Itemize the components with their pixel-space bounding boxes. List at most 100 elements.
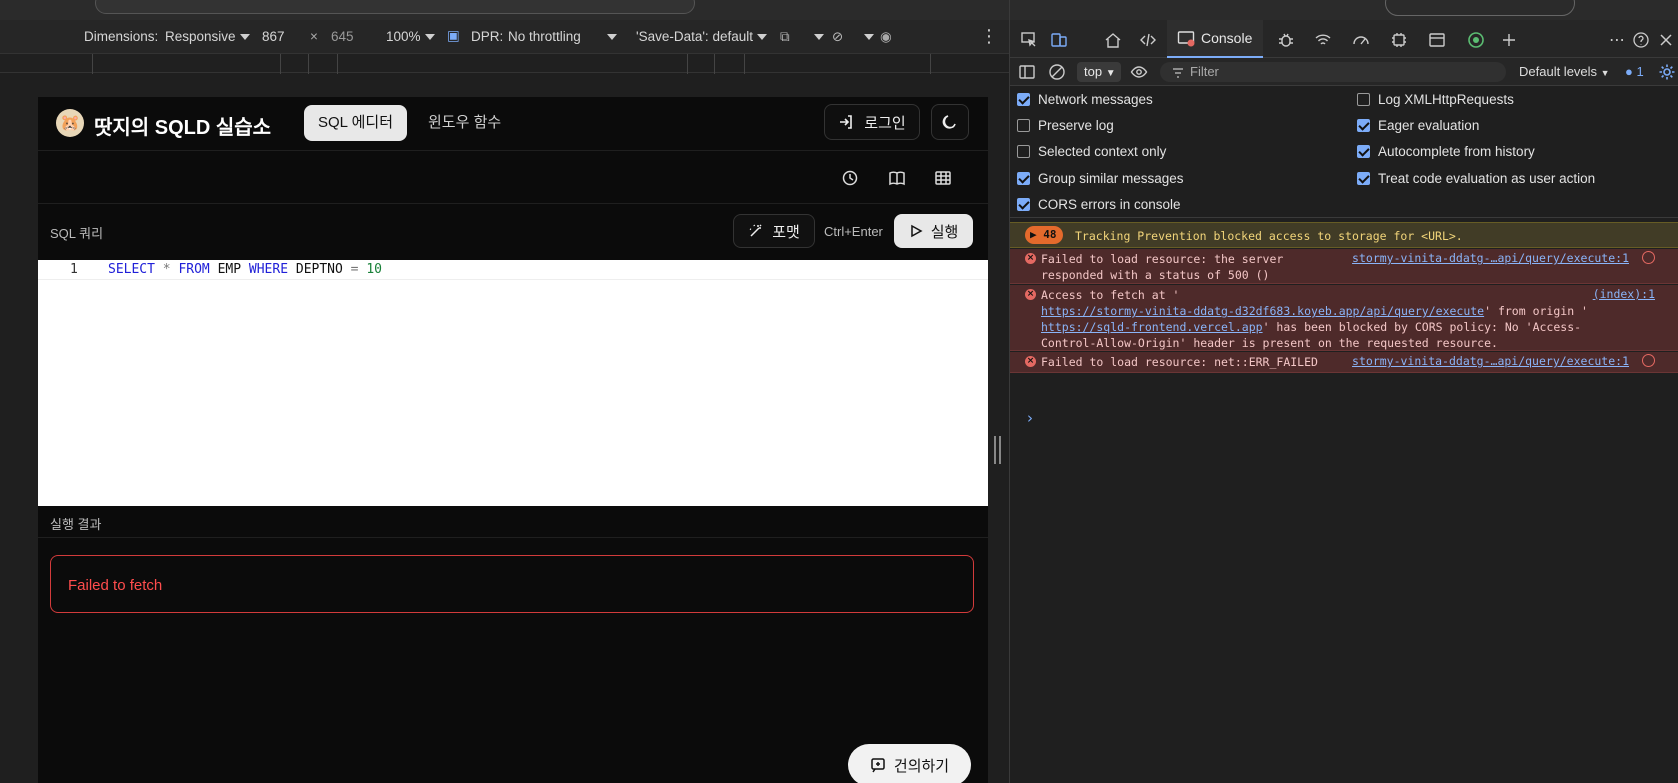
line-number: 1 (70, 262, 78, 277)
sql-code[interactable]: SELECT * FROM EMP WHERE DEPTNO = 10 (108, 262, 382, 277)
error-message-2[interactable]: × Access to fetch at ' https://stormy-vi… (1010, 285, 1678, 351)
filter-input[interactable]: Filter (1160, 62, 1506, 82)
dimensions-label: Dimensions: (84, 29, 159, 44)
error-message-1[interactable]: × Failed to load resource: the server re… (1010, 249, 1678, 284)
option-label: Preserve log (1038, 118, 1114, 133)
option-log-xhr[interactable]: Log XMLHttpRequests (1357, 92, 1514, 107)
suggest-button[interactable]: 건의하기 (848, 744, 971, 783)
posture-dropdown[interactable] (810, 29, 824, 44)
option-preserve-log[interactable]: Preserve log (1017, 118, 1114, 133)
checkbox[interactable] (1017, 119, 1030, 132)
zoom-select[interactable]: 100% (386, 29, 435, 44)
more-dropdown[interactable] (860, 29, 874, 44)
context-select[interactable]: top ▼ (1077, 62, 1121, 82)
warning-message[interactable]: ▶ 48 Tracking Prevention blocked access … (1010, 222, 1678, 248)
performance-icon[interactable] (1350, 29, 1372, 51)
application-icon[interactable] (1426, 29, 1448, 51)
option-network-messages[interactable]: Network messages (1017, 92, 1153, 107)
nav-window-functions[interactable]: 윈도우 함수 (414, 105, 515, 141)
left-gutter (0, 73, 38, 783)
more-tabs-icon[interactable]: ⋯ (1606, 29, 1628, 51)
option-autocomplete-history[interactable]: Autocomplete from history (1357, 144, 1535, 159)
dimensions-select[interactable]: Responsive (165, 29, 250, 44)
device-posture-icon[interactable]: ⧉ (780, 29, 790, 45)
error-message: Failed to fetch (68, 577, 163, 594)
home-icon[interactable] (1102, 29, 1124, 51)
nav-sql-editor[interactable]: SQL 에디터 (304, 105, 408, 141)
error-message-3[interactable]: × Failed to load resource: net::ERR_FAIL… (1010, 352, 1678, 373)
ai-explain-icon[interactable] (1642, 354, 1655, 367)
error-text: Access to fetch at ' https://stormy-vini… (1041, 287, 1588, 351)
option-eager-evaluation[interactable]: Eager evaluation (1357, 118, 1479, 133)
run-shortcut-hint: Ctrl+Enter (824, 224, 883, 239)
theme-toggle-button[interactable] (931, 104, 969, 140)
inspect-icon[interactable] (1018, 29, 1040, 51)
option-cors-errors[interactable]: CORS errors in console (1017, 197, 1181, 212)
console-prompt[interactable]: › (1027, 409, 1033, 427)
history-icon[interactable] (838, 166, 862, 190)
error-icon: × (1025, 289, 1036, 300)
log-levels-select[interactable]: Default levels ▼ (1519, 64, 1610, 79)
option-selected-context[interactable]: Selected context only (1017, 144, 1166, 159)
sql-editor[interactable]: 1 SELECT * FROM EMP WHERE DEPTNO = 10 (38, 260, 988, 506)
add-tab-icon[interactable] (1498, 29, 1520, 51)
dimensions-value: Responsive (165, 29, 236, 44)
save-data-select[interactable]: 'Save-Data': default (636, 29, 767, 44)
login-button[interactable]: 로그인 (824, 104, 920, 140)
checkbox[interactable] (1017, 172, 1030, 185)
issues-badge[interactable]: ● 1 (1625, 64, 1644, 79)
warning-count-badge[interactable]: ▶ 48 (1025, 226, 1063, 244)
device-toolbar-icon[interactable] (1048, 29, 1070, 51)
height-input[interactable]: 645 (331, 29, 354, 44)
live-expression-eye-icon[interactable] (1128, 61, 1150, 83)
checkbox[interactable] (1357, 93, 1370, 106)
resize-handle[interactable] (994, 436, 1002, 464)
run-button[interactable]: 실행 (894, 214, 973, 248)
error-alert: Failed to fetch (50, 555, 974, 613)
option-treat-user-action[interactable]: Treat code evaluation as user action (1357, 171, 1595, 186)
origin-url-link[interactable]: https://sqld-frontend.vercel.app (1041, 320, 1263, 334)
table-icon[interactable] (931, 166, 955, 190)
sensor-icon[interactable]: ⊘ (832, 29, 843, 45)
address-bar[interactable] (95, 0, 695, 14)
elements-icon[interactable] (1137, 29, 1159, 51)
book-icon[interactable] (885, 166, 909, 190)
memory-icon[interactable] (1388, 29, 1410, 51)
login-label: 로그인 (864, 114, 906, 132)
checkbox[interactable] (1357, 119, 1370, 132)
request-url-link[interactable]: https://stormy-vinita-ddatg-d32df683.koy… (1041, 304, 1484, 318)
checkbox[interactable] (1357, 172, 1370, 185)
error-source-link[interactable]: stormy-vinita-ddatg-…api/query/execute:1 (1352, 251, 1629, 265)
browser-top-strip (0, 0, 1009, 20)
app-viewport: 🐹 땃지의 SQLD 실습소 SQL 에디터 윈도우 함수 로그인 SQL 쿼리… (38, 97, 988, 783)
extension-icon[interactable] (1465, 29, 1487, 51)
checkbox[interactable] (1017, 198, 1030, 211)
settings-gear-icon[interactable] (1656, 61, 1678, 83)
option-group-similar[interactable]: Group similar messages (1017, 171, 1184, 186)
browser-search-box[interactable] (1385, 0, 1575, 16)
help-icon[interactable] (1630, 29, 1652, 51)
sidebar-toggle-icon[interactable] (1016, 61, 1038, 83)
eye-icon[interactable]: ◉ (880, 29, 892, 45)
error-source-link[interactable]: stormy-vinita-ddatg-…api/query/execute:1 (1352, 354, 1629, 368)
format-button[interactable]: 포맷 (733, 214, 815, 248)
ai-explain-icon[interactable] (1642, 251, 1655, 264)
throttling-select[interactable]: No throttling (508, 29, 617, 44)
dpr-label: DPR: (471, 29, 504, 44)
checkbox[interactable] (1017, 93, 1030, 106)
option-label: Autocomplete from history (1378, 144, 1535, 159)
error-text-line: ' has been blocked by CORS policy: No 'A… (1262, 320, 1582, 334)
play-icon (910, 224, 923, 238)
tab-console[interactable]: Console (1167, 20, 1263, 58)
console-messages: ▶ 48 Tracking Prevention blocked access … (1010, 219, 1678, 783)
checkbox[interactable] (1357, 145, 1370, 158)
bug-icon[interactable] (1275, 29, 1297, 51)
width-input[interactable]: 867 (262, 29, 285, 44)
error-source-link[interactable]: (index):1 (1593, 287, 1655, 301)
network-icon[interactable] (1312, 29, 1334, 51)
clear-console-icon[interactable] (1046, 61, 1068, 83)
close-icon[interactable] (1655, 29, 1677, 51)
checkbox[interactable] (1017, 145, 1030, 158)
more-options-icon[interactable]: ⋮ (980, 26, 998, 47)
zoom-value: 100% (386, 29, 421, 44)
